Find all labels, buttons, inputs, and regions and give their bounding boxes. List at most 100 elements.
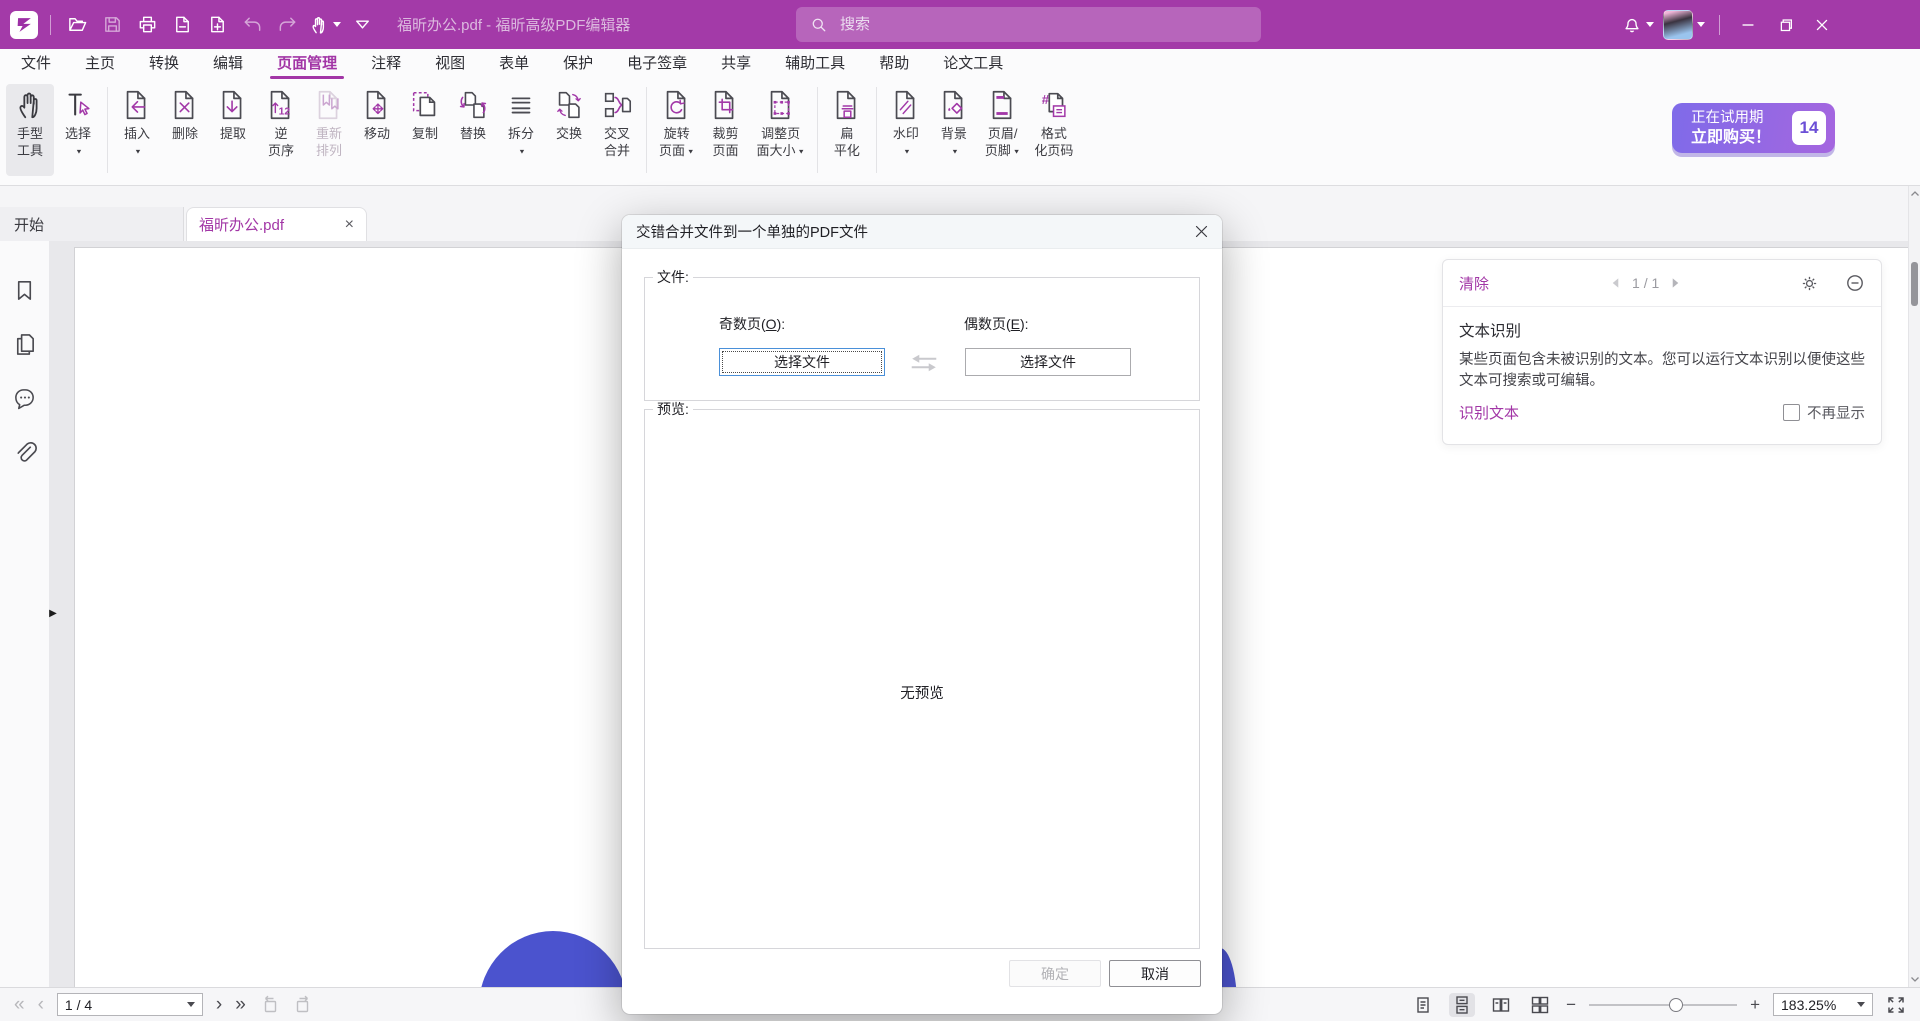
restore-button[interactable]: [1771, 11, 1799, 39]
hand-tool-quick-button[interactable]: [308, 11, 341, 39]
menu-item[interactable]: 转换: [132, 49, 196, 79]
background-icon: [937, 88, 971, 122]
collapse-toolbar-button[interactable]: [348, 11, 376, 39]
vertical-scrollbar[interactable]: [1908, 186, 1920, 987]
choose-odd-file-button[interactable]: 选择文件: [719, 348, 885, 376]
pages-panel-button[interactable]: [12, 331, 38, 357]
bookmarks-panel-button[interactable]: [12, 277, 38, 303]
previous-page-button[interactable]: ‹: [38, 995, 44, 1015]
replace-pages-button[interactable]: 替换: [449, 84, 497, 176]
titlebar-separator: [50, 15, 51, 35]
account-button[interactable]: [1663, 11, 1705, 39]
search-box[interactable]: [796, 7, 1261, 42]
clear-link[interactable]: 清除: [1459, 273, 1489, 294]
print-button[interactable]: [133, 11, 161, 39]
background-button[interactable]: 背景▼: [930, 84, 978, 176]
move-pages-button[interactable]: 移动: [353, 84, 401, 176]
flatten-button[interactable]: 扁平化: [823, 84, 871, 176]
rotate-right-button[interactable]: [293, 994, 314, 1015]
ok-button[interactable]: 确定: [1009, 960, 1101, 987]
scroll-down-icon[interactable]: [1910, 974, 1920, 984]
delete-pages-quick-button[interactable]: [168, 11, 196, 39]
next-page-button[interactable]: ›: [216, 995, 222, 1015]
comments-panel-button[interactable]: [12, 385, 38, 411]
delete-pages-icon: [168, 88, 202, 122]
collapse-notification-icon[interactable]: [1845, 273, 1865, 293]
watermark-button[interactable]: 水印▼: [882, 84, 930, 176]
tab-start[interactable]: 开始: [0, 207, 184, 241]
reverse-order-button[interactable]: 12逆页序: [257, 84, 305, 176]
menu-item[interactable]: 文件: [4, 49, 68, 79]
swap-pages-button[interactable]: 交换: [545, 84, 593, 176]
minimize-button[interactable]: [1734, 11, 1762, 39]
notifications-button[interactable]: [1622, 11, 1654, 39]
choose-even-file-button[interactable]: 选择文件: [965, 348, 1131, 376]
rotate-pages-icon: [660, 88, 694, 122]
zoom-slider-thumb[interactable]: [1669, 998, 1683, 1012]
cancel-button[interactable]: 取消: [1109, 960, 1201, 987]
close-button[interactable]: [1808, 11, 1836, 39]
menu-item[interactable]: 辅助工具: [768, 49, 862, 79]
split-document-button[interactable]: 拆分▼: [497, 84, 545, 176]
page-number-combobox[interactable]: 1 / 4: [57, 993, 203, 1016]
hand-tool-button[interactable]: 手型工具: [6, 84, 54, 176]
prev-notification-icon[interactable]: [1609, 276, 1622, 290]
scroll-up-icon[interactable]: [1910, 189, 1920, 199]
delete-pages-button[interactable]: 删除: [161, 84, 209, 176]
bell-icon: [1622, 15, 1642, 35]
insert-pages-button[interactable]: 插入▼: [113, 84, 161, 176]
menu-item[interactable]: 共享: [704, 49, 768, 79]
facing-view-button[interactable]: [1488, 993, 1514, 1017]
fit-screen-button[interactable]: [1886, 995, 1906, 1015]
menu-item[interactable]: 帮助: [862, 49, 926, 79]
redo-button[interactable]: [273, 11, 301, 39]
format-page-number-button[interactable]: #格式化页码: [1027, 84, 1080, 176]
menu-item[interactable]: 编辑: [196, 49, 260, 79]
menu-item[interactable]: 电子签章: [610, 49, 704, 79]
menu-item[interactable]: 保护: [546, 49, 610, 79]
window-title: 福昕办公.pdf - 福昕高级PDF编辑器: [397, 14, 630, 35]
extract-pages-button[interactable]: 提取: [209, 84, 257, 176]
tab-document-active[interactable]: 福昕办公.pdf ×: [186, 207, 367, 241]
cross-merge-button[interactable]: 交叉合并: [593, 84, 641, 176]
dialog-close-icon[interactable]: [1188, 220, 1214, 244]
zoom-out-button[interactable]: −: [1566, 995, 1576, 1015]
undo-button[interactable]: [238, 11, 266, 39]
notification-settings-icon[interactable]: [1800, 274, 1819, 293]
tab-close-icon[interactable]: ×: [345, 217, 354, 233]
rotate-pages-button[interactable]: 旋转页面▼: [652, 84, 701, 176]
single-page-view-button[interactable]: [1410, 993, 1436, 1017]
continuous-view-button[interactable]: [1449, 993, 1475, 1017]
insert-pages-quick-button[interactable]: [203, 11, 231, 39]
search-input[interactable]: [838, 15, 1202, 34]
first-page-button[interactable]: «: [14, 995, 25, 1015]
panel-expand-handle[interactable]: ▶: [46, 604, 60, 622]
menu-item[interactable]: 视图: [418, 49, 482, 79]
save-button[interactable]: [98, 11, 126, 39]
menu-item[interactable]: 页面管理: [260, 49, 354, 79]
header-footer-button[interactable]: 页眉/页脚▼: [978, 84, 1027, 176]
next-notification-icon[interactable]: [1669, 276, 1682, 290]
select-button[interactable]: 选择▼: [54, 84, 102, 176]
resize-pages-button[interactable]: 调整页面大小▼: [749, 84, 811, 176]
menu-item[interactable]: 注释: [354, 49, 418, 79]
last-page-button[interactable]: »: [235, 995, 246, 1015]
menu-item[interactable]: 主页: [68, 49, 132, 79]
zoom-slider[interactable]: [1589, 998, 1737, 1012]
titlebar: 福昕办公.pdf - 福昕高级PDF编辑器: [0, 0, 1920, 49]
open-file-button[interactable]: [63, 11, 91, 39]
dropdown-caret-icon: [333, 22, 341, 27]
trial-purchase-banner[interactable]: 正在试用期 立即购买！ 14: [1672, 103, 1835, 153]
crop-pages-button[interactable]: 裁剪页面: [701, 84, 749, 176]
zoom-level-combobox[interactable]: 183.25%: [1773, 993, 1873, 1016]
facing-continuous-view-button[interactable]: [1527, 993, 1553, 1017]
recognize-text-link[interactable]: 识别文本: [1459, 402, 1519, 423]
attachments-panel-button[interactable]: [12, 439, 38, 465]
scrollbar-thumb[interactable]: [1911, 262, 1918, 306]
menu-item[interactable]: 论文工具: [926, 49, 1020, 79]
rotate-left-button[interactable]: [259, 994, 280, 1015]
copy-pages-button[interactable]: 复制: [401, 84, 449, 176]
zoom-in-button[interactable]: +: [1750, 995, 1760, 1015]
menu-item[interactable]: 表单: [482, 49, 546, 79]
dont-show-again-checkbox[interactable]: [1783, 404, 1800, 421]
